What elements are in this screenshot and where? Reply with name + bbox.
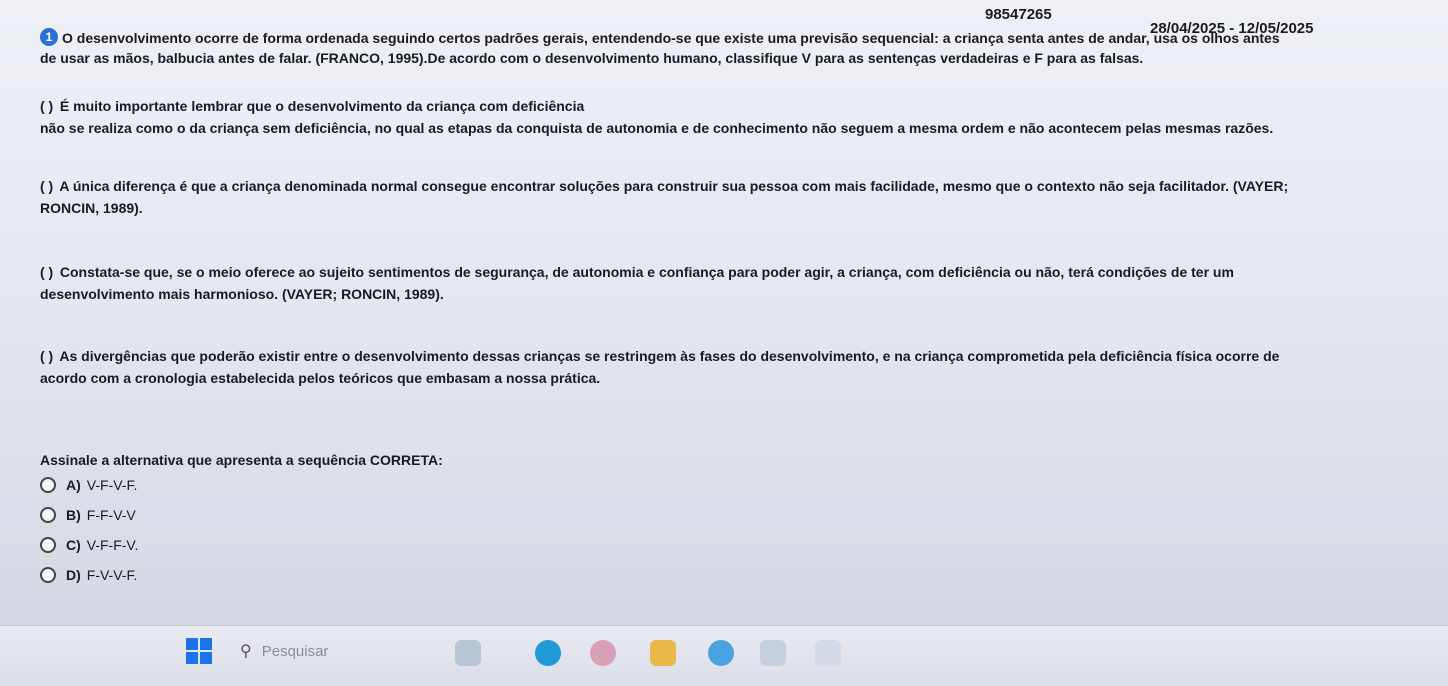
- statement-1-paren: ( ): [40, 98, 54, 114]
- file-explorer-icon[interactable]: [650, 640, 676, 666]
- edge-browser-icon[interactable]: [535, 640, 561, 666]
- question-number-badge: 1: [40, 28, 58, 46]
- option-d-letter: D): [66, 567, 81, 583]
- statement-4-paren: ( ): [40, 348, 54, 364]
- radio-c[interactable]: [40, 537, 56, 553]
- app-icon-3[interactable]: [815, 640, 841, 666]
- statement-3-line2: desenvolvimento mais harmonioso. (VAYER;…: [40, 286, 444, 302]
- radio-b[interactable]: [40, 507, 56, 523]
- option-c-letter: C): [66, 537, 81, 553]
- chrome-browser-icon[interactable]: [708, 640, 734, 666]
- option-a-text: V-F-V-F.: [86, 477, 138, 493]
- statement-2-line2: RONCIN, 1989).: [40, 200, 143, 216]
- app-icon-2[interactable]: [760, 640, 786, 666]
- statement-1-line2: não se realiza como o da criança sem def…: [40, 120, 1274, 136]
- statement-3-paren: ( ): [40, 264, 54, 280]
- taskbar-search[interactable]: ⚲ Pesquisar: [240, 636, 440, 666]
- option-a[interactable]: A) V-F-V-F.: [40, 477, 137, 493]
- answer-prompt: Assinale a alternativa que apresenta a s…: [40, 452, 443, 468]
- radio-a[interactable]: [40, 477, 56, 493]
- option-b-letter: B): [66, 507, 81, 523]
- option-b[interactable]: B) F-F-V-V: [40, 507, 136, 523]
- app-icon[interactable]: [590, 640, 616, 666]
- taskbar: ⚲ Pesquisar: [0, 625, 1448, 686]
- option-c[interactable]: C) V-F-F-V.: [40, 537, 138, 553]
- radio-d[interactable]: [40, 567, 56, 583]
- question-intro-line2: de usar as mãos, balbucia antes de falar…: [40, 50, 1144, 66]
- option-d-text: F-V-V-F.: [86, 567, 138, 583]
- windows-start-icon[interactable]: [186, 638, 212, 664]
- option-b-text: F-F-V-V: [86, 507, 136, 523]
- statement-4-line1: ( ) As divergências que poderão existir …: [40, 348, 1280, 364]
- statement-2-line1: ( ) A única diferença é que a criança de…: [40, 178, 1289, 194]
- search-icon: ⚲: [240, 643, 252, 660]
- statement-1-line1: ( ) É muito importante lembrar que o des…: [40, 98, 585, 114]
- search-placeholder: Pesquisar: [261, 642, 329, 660]
- weather-app-icon[interactable]: [455, 640, 481, 666]
- statement-2-paren: ( ): [40, 178, 54, 194]
- code-label: 98547265: [985, 6, 1052, 23]
- option-a-letter: A): [66, 477, 81, 493]
- option-d[interactable]: D) F-V-V-F.: [40, 567, 137, 583]
- statement-3-line1: ( ) Constata-se que, se o meio oferece a…: [40, 264, 1234, 280]
- question-intro-line1: O desenvolvimento ocorre de forma ordena…: [62, 30, 1280, 46]
- option-c-text: V-F-F-V.: [86, 537, 139, 553]
- statement-4-line2: acordo com a cronologia estabelecida pel…: [40, 370, 601, 386]
